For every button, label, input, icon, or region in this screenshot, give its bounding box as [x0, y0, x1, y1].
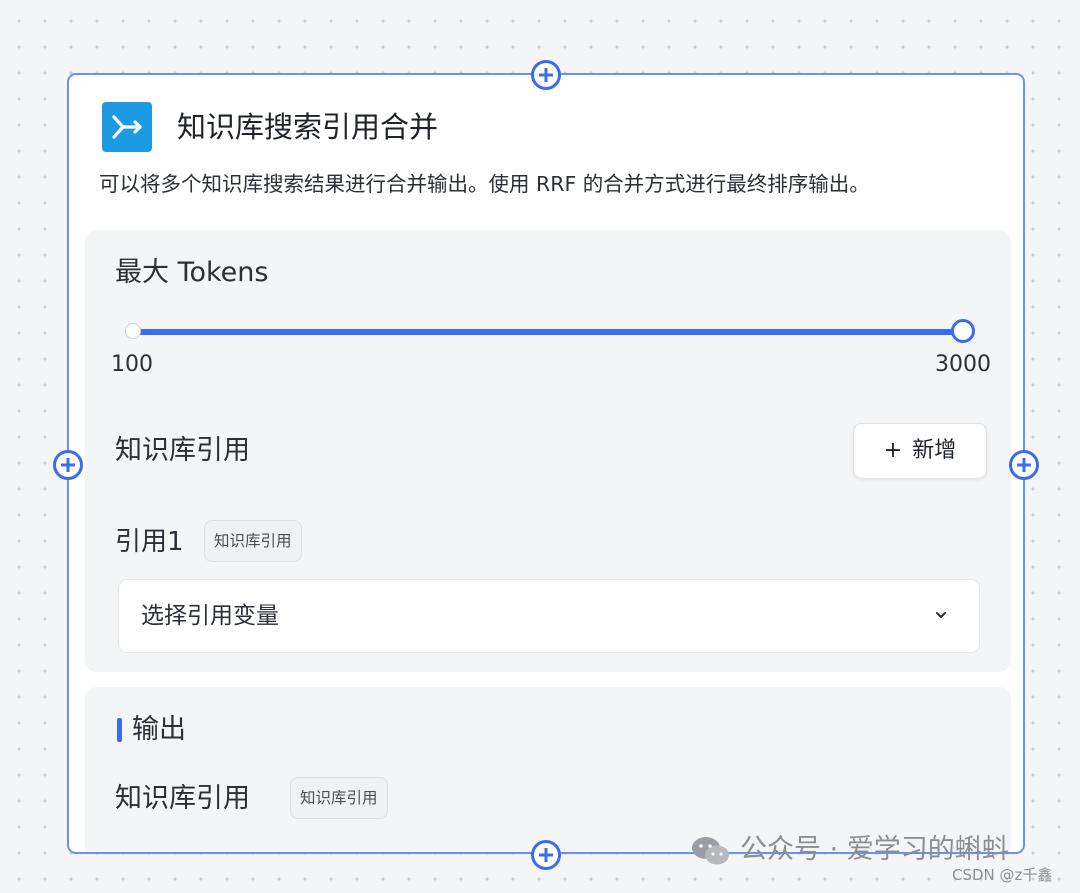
max-tokens-label: 最大 Tokens — [115, 257, 269, 288]
wechat-icon — [692, 837, 729, 865]
output-panel: 输出 知识库引用 知识库引用 — [85, 687, 1011, 852]
node-description: 可以将多个知识库搜索结果进行合并输出。使用 RRF 的合并方式进行最终排序输出。 — [99, 172, 870, 196]
top-connection-handle[interactable] — [531, 60, 561, 90]
reference-type-tag: 知识库引用 — [204, 520, 302, 562]
add-reference-button[interactable]: + 新增 — [853, 423, 987, 479]
plus-icon: + — [883, 438, 903, 463]
output-item-label: 知识库引用 — [115, 783, 250, 814]
max-tokens-slider-track[interactable] — [133, 329, 963, 335]
slider-max-value: 3000 — [935, 352, 991, 377]
output-accent-bar — [117, 718, 122, 742]
select-placeholder: 选择引用变量 — [141, 603, 279, 629]
csdn-watermark: CSDN @z千鑫 — [952, 866, 1053, 884]
merge-icon — [102, 102, 152, 152]
settings-panel: 最大 Tokens 100 3000 知识库引用 + 新增 引用1 知识库引用 选… — [85, 230, 1011, 672]
reference-variable-select[interactable]: 选择引用变量 — [118, 579, 980, 653]
node-title: 知识库搜索引用合并 — [177, 110, 439, 144]
kb-reference-label: 知识库引用 — [115, 435, 250, 466]
bottom-connection-handle[interactable] — [531, 840, 561, 870]
add-button-label: 新增 — [912, 438, 957, 463]
output-type-tag: 知识库引用 — [290, 777, 388, 819]
slider-min-thumb[interactable] — [125, 323, 141, 339]
kb-merge-node[interactable]: 知识库搜索引用合并 可以将多个知识库搜索结果进行合并输出。使用 RRF 的合并方… — [67, 73, 1025, 854]
output-section-label: 输出 — [132, 714, 186, 745]
chevron-down-icon — [936, 612, 946, 618]
left-connection-handle[interactable] — [53, 450, 83, 480]
reference-1-label: 引用1 — [115, 527, 184, 557]
right-connection-handle[interactable] — [1009, 450, 1039, 480]
slider-max-thumb[interactable] — [951, 319, 975, 343]
slider-min-value: 100 — [111, 352, 153, 377]
